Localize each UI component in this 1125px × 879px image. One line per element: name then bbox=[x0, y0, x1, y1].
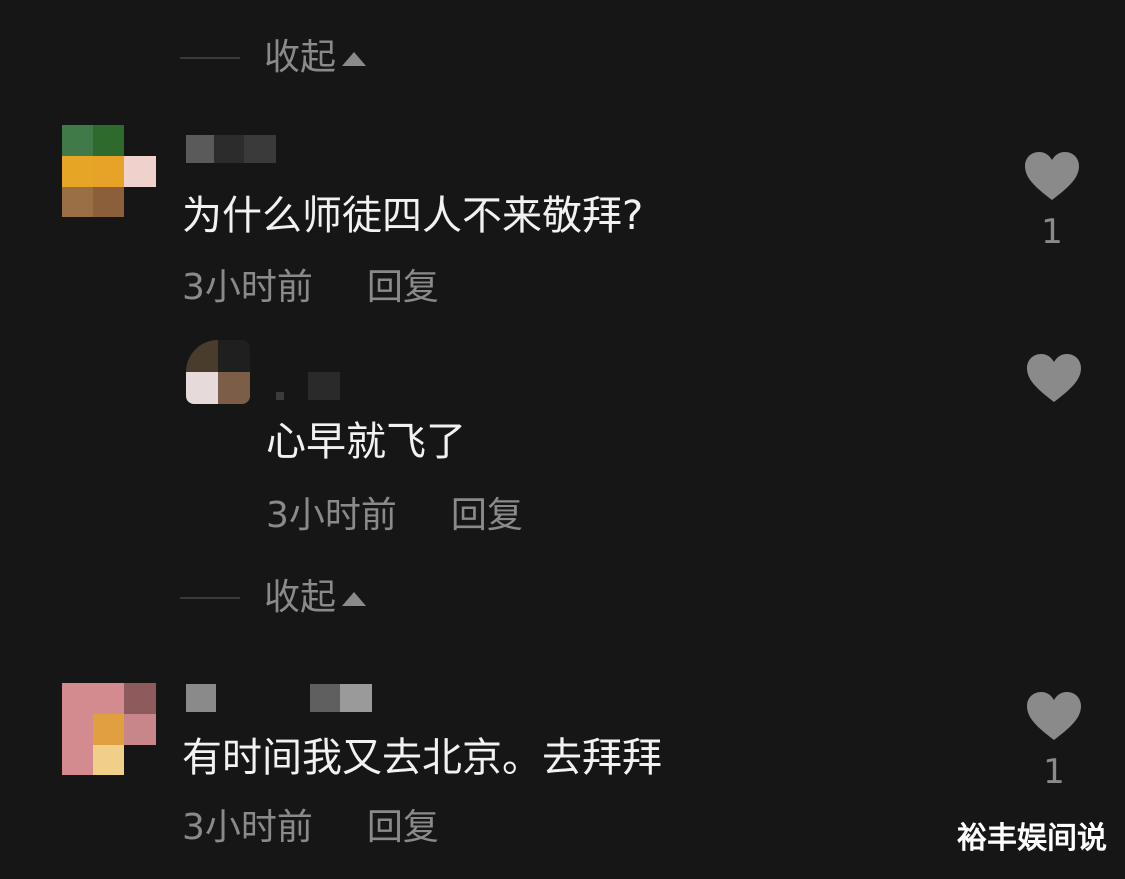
reply-button[interactable]: 回复 bbox=[367, 808, 439, 848]
divider-line bbox=[180, 597, 240, 599]
username-blurred[interactable] bbox=[276, 372, 340, 400]
heart-icon bbox=[1025, 152, 1079, 200]
like-button[interactable]: 1 bbox=[1022, 150, 1082, 252]
comment-text: 为什么师徒四人不来敬拜? bbox=[182, 193, 644, 239]
reply-button[interactable]: 回复 bbox=[367, 268, 439, 308]
timestamp: 3小时前 bbox=[266, 495, 397, 536]
triangle-up-icon bbox=[342, 592, 367, 606]
collapse-replies-top[interactable]: 收起 bbox=[180, 37, 367, 78]
avatar[interactable] bbox=[62, 125, 156, 217]
like-count: 1 bbox=[1043, 752, 1065, 792]
heart-icon bbox=[1027, 354, 1081, 402]
collapse-label: 收起 bbox=[264, 37, 337, 78]
username-blurred[interactable] bbox=[186, 684, 372, 712]
collapse-label: 收起 bbox=[264, 577, 337, 618]
timestamp: 3小时前 bbox=[182, 267, 313, 308]
timestamp: 3小时前 bbox=[182, 807, 313, 848]
collapse-replies[interactable]: 收起 bbox=[180, 577, 367, 618]
avatar[interactable] bbox=[186, 340, 250, 404]
divider-line bbox=[180, 57, 240, 59]
comment-meta: 3小时前 回复 bbox=[266, 496, 523, 536]
triangle-up-icon bbox=[342, 52, 367, 66]
like-button[interactable] bbox=[1024, 352, 1084, 414]
comment-meta: 3小时前 回复 bbox=[182, 268, 439, 308]
username-blurred[interactable] bbox=[186, 135, 276, 163]
heart-icon bbox=[1027, 692, 1081, 740]
like-count: 1 bbox=[1041, 212, 1063, 252]
comment-text: 有时间我又去北京。去拜拜 bbox=[182, 735, 662, 781]
comment-text: 心早就飞了 bbox=[266, 419, 466, 465]
avatar[interactable] bbox=[62, 683, 156, 775]
reply-button[interactable]: 回复 bbox=[451, 496, 523, 536]
watermark: 裕丰娱间说 bbox=[957, 821, 1107, 856]
like-button[interactable]: 1 bbox=[1024, 690, 1084, 792]
comment-meta: 3小时前 回复 bbox=[182, 808, 439, 848]
